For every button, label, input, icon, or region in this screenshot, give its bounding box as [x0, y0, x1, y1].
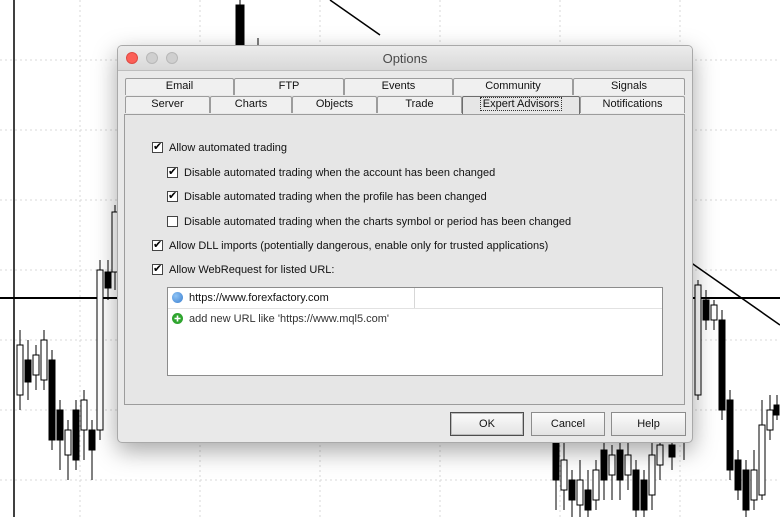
- tab-email[interactable]: Email: [125, 78, 234, 95]
- tab-objects-label: Objects: [315, 98, 354, 110]
- tab-signals[interactable]: Signals: [573, 78, 685, 95]
- tab-server[interactable]: Server: [125, 96, 210, 113]
- window-title: Options: [382, 51, 428, 66]
- column-divider: [414, 288, 415, 308]
- options-dialog: Options Email FTP Events Community Signa…: [117, 45, 693, 443]
- tab-notifications-label: Notifications: [602, 98, 663, 110]
- checkmark-icon: ✔: [153, 140, 163, 153]
- cancel-button[interactable]: Cancel: [531, 412, 605, 436]
- tab-charts[interactable]: Charts: [210, 96, 292, 113]
- url-list[interactable]: https://www.forexfactory.com add new URL…: [167, 287, 663, 376]
- tab-trade[interactable]: Trade: [377, 96, 462, 113]
- tab-ftp[interactable]: FTP: [234, 78, 344, 95]
- allow-dll-imports-checkbox[interactable]: ✔: [152, 238, 163, 251]
- add-url-row[interactable]: add new URL like 'https://www.mql5.com': [168, 309, 662, 329]
- tab-expert-advisors-label: Expert Advisors: [479, 97, 563, 111]
- tab-email-label: Email: [165, 80, 194, 92]
- tab-objects[interactable]: Objects: [292, 96, 377, 113]
- tab-community-label: Community: [485, 80, 541, 92]
- globe-icon: [172, 292, 183, 303]
- disable-on-symbol-change-label: Disable automated trading when the chart…: [184, 216, 572, 228]
- tab-community[interactable]: Community: [453, 78, 573, 95]
- disable-on-account-change-checkbox[interactable]: ✔: [167, 165, 178, 178]
- add-url-hint: add new URL like 'https://www.mql5.com': [189, 313, 390, 325]
- add-icon: [172, 313, 183, 324]
- url-list-item[interactable]: https://www.forexfactory.com: [168, 288, 662, 308]
- tab-signals-label: Signals: [610, 80, 648, 92]
- trend-line-top: [329, 0, 381, 36]
- disable-on-symbol-change-checkbox[interactable]: [167, 216, 178, 227]
- tab-events[interactable]: Events: [344, 78, 453, 95]
- ok-button[interactable]: OK: [450, 412, 524, 436]
- tab-expert-advisors[interactable]: Expert Advisors: [462, 96, 580, 115]
- title-bar[interactable]: Options: [118, 46, 692, 71]
- tab-charts-label: Charts: [234, 98, 268, 110]
- tab-server-label: Server: [151, 98, 184, 110]
- url-text: https://www.forexfactory.com: [189, 292, 329, 304]
- checkmark-icon: ✔: [168, 165, 178, 178]
- checkmark-icon: ✔: [153, 238, 163, 251]
- disable-on-profile-change-label: Disable automated trading when the profi…: [184, 191, 487, 203]
- disable-on-profile-change-checkbox[interactable]: ✔: [167, 189, 178, 202]
- tab-events-label: Events: [381, 80, 416, 92]
- checkmark-icon: ✔: [168, 189, 178, 202]
- expert-advisors-panel: ✔ Allow automated trading ✔ Disable auto…: [124, 114, 685, 405]
- tab-ftp-label: FTP: [278, 80, 300, 92]
- checkmark-icon: ✔: [153, 262, 163, 275]
- allow-webrequest-checkbox[interactable]: ✔: [152, 262, 163, 275]
- tab-notifications[interactable]: Notifications: [580, 96, 685, 113]
- allow-automated-trading-label: Allow automated trading: [169, 142, 288, 154]
- allow-dll-imports-label: Allow DLL imports (potentially dangerous…: [169, 240, 549, 252]
- disable-on-account-change-label: Disable automated trading when the accou…: [184, 167, 496, 179]
- tab-trade-label: Trade: [405, 98, 434, 110]
- allow-webrequest-label: Allow WebRequest for listed URL:: [169, 264, 335, 276]
- help-button[interactable]: Help: [611, 412, 686, 436]
- allow-automated-trading-checkbox[interactable]: ✔: [152, 140, 163, 153]
